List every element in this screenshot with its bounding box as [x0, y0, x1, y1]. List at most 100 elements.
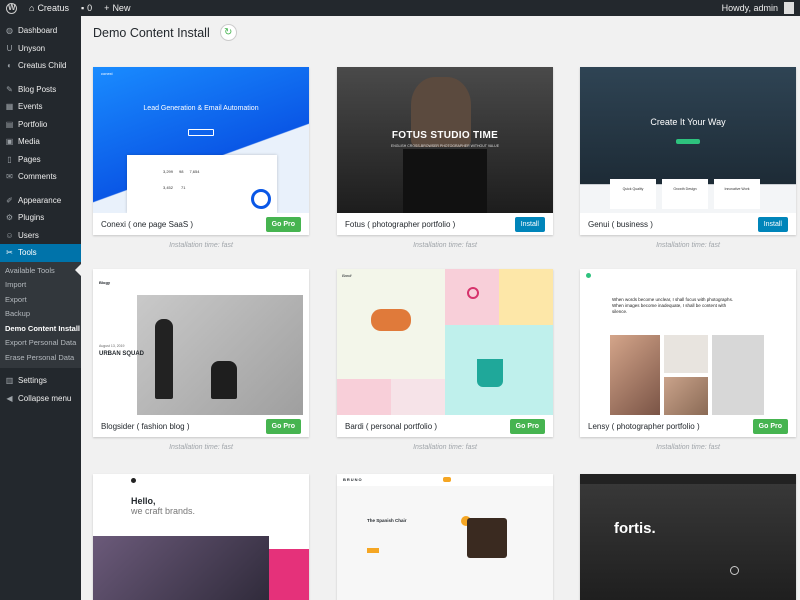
sidebar-item-label: Dashboard [18, 26, 58, 36]
demo-thumbnail[interactable]: conexi Lead Generation & Email Automatio… [93, 67, 309, 213]
wrench-icon: ✂ [6, 248, 13, 258]
demo-card-blogsider: Blogy August 13, 2019 URBAN SQUAD Blogsi… [93, 269, 309, 437]
sidebar-item-comments[interactable]: ✉ Comments [0, 168, 81, 186]
main-content: Demo Content Install ↻ conexi Lead Gener… [81, 16, 800, 600]
demo-thumbnail[interactable]: Create It Your Way Quick Quality Growth … [580, 67, 796, 213]
card-footer: Genui ( business ) Install [580, 213, 796, 235]
wordpress-icon [6, 2, 17, 14]
thumb-logo: conexi [101, 71, 113, 76]
card-footer: Fotus ( photographer portfolio ) Install [337, 213, 553, 235]
avatar [784, 2, 794, 14]
sidebar-item-label: Tools [18, 248, 37, 258]
install-button[interactable]: Install [514, 216, 545, 232]
refresh-icon[interactable]: ↻ [219, 24, 237, 41]
sidebar-item-events[interactable]: ▦ Events [0, 98, 81, 116]
sidebar-item-blog-posts[interactable]: ✎ Blog Posts [0, 81, 81, 99]
sidebar-item-appearance[interactable]: ✐ Appearance [0, 192, 81, 210]
install-button[interactable]: Install [757, 216, 788, 232]
pin-icon: ✎ [6, 84, 13, 94]
install-time: Installation time: fast [656, 242, 720, 249]
demo-card-fotus: FOTUS STUDIO TIME ENGLISH CROSS-BROWSER … [337, 67, 553, 235]
submenu-item-available-tools[interactable]: Available Tools [0, 264, 81, 279]
sidebar-item-media[interactable]: ▣ Media [0, 133, 81, 151]
sidebar-item-portfolio[interactable]: ▤ Portfolio [0, 116, 81, 134]
media-icon: ▣ [5, 137, 14, 147]
card-footer: Conexi ( one page SaaS ) Go Pro [93, 213, 309, 235]
submenu-item-export-personal-data[interactable]: Export Personal Data [0, 336, 81, 351]
sidebar-item-label: Creatus Child [18, 61, 67, 71]
thumb-headline: Create It Your Way [650, 117, 726, 127]
dashboard-icon: ◍ [6, 26, 13, 36]
sidebar-item-label: Events [18, 102, 43, 112]
submenu-item-erase-personal-data[interactable]: Erase Personal Data [0, 351, 81, 366]
collapse-icon: ◀ [6, 393, 13, 403]
install-time: Installation time: fast [413, 242, 477, 249]
submenu-item-import[interactable]: Import [0, 278, 81, 293]
go-pro-button[interactable]: Go Pro [752, 418, 788, 434]
plus-icon: + [104, 3, 110, 13]
sidebar-item-users[interactable]: ☺ Users [0, 227, 81, 245]
comment-icon: ▪ [80, 3, 85, 13]
demo-card-conexi: conexi Lead Generation & Email Automatio… [93, 67, 309, 235]
go-pro-button[interactable]: Go Pro [265, 216, 301, 232]
thumb-headline: URBAN SQUAD [99, 351, 144, 357]
demo-card-lensy: When words become unclear, I shall focus… [580, 269, 796, 437]
demo-thumbnail[interactable]: BRUNO The Spanish Chair [337, 474, 553, 600]
wp-logo[interactable] [0, 0, 23, 16]
home-icon: ⌂ [29, 3, 35, 13]
submenu-item-demo-content-install[interactable]: Demo Content Install [0, 322, 81, 337]
site-name-link[interactable]: ⌂ Creatus [23, 0, 75, 16]
sidebar-item-dashboard[interactable]: ◍ Dashboard [0, 22, 81, 40]
card-footer: Blogsider ( fashion blog ) Go Pro [93, 415, 309, 437]
install-time: Installation time: fast [656, 444, 720, 451]
go-pro-button[interactable]: Go Pro [265, 418, 301, 434]
thumb-dashboard-mock: 3,299 98 7,654 3,452 71 [127, 155, 277, 213]
comments-link[interactable]: ▪ 0 [75, 0, 98, 16]
submenu-item-export[interactable]: Export [0, 293, 81, 308]
brush-icon: ✐ [6, 195, 13, 205]
sidebar-item-label: Comments [18, 172, 57, 182]
demo-thumbnail[interactable]: When words become unclear, I shall focus… [580, 269, 796, 415]
new-content-link[interactable]: + New [98, 0, 136, 16]
demo-thumbnail[interactable]: Blogy August 13, 2019 URBAN SQUAD [93, 269, 309, 415]
my-account-link[interactable]: Howdy, admin [716, 0, 800, 16]
thumb-logo: Bardi [342, 273, 352, 278]
go-pro-button[interactable]: Go Pro [509, 418, 545, 434]
sidebar-item-plugins[interactable]: ⚙ Plugins [0, 209, 81, 227]
sidebar-item-label: Plugins [18, 213, 45, 223]
comments-icon: ✉ [6, 172, 13, 182]
sidebar-item-pages[interactable]: ▯ Pages [0, 151, 81, 169]
sidebar-item-label: Unyson [18, 43, 46, 53]
thumb-logo: Blogy [99, 280, 111, 285]
demo-thumbnail[interactable]: FOTUS STUDIO TIME ENGLISH CROSS-BROWSER … [337, 67, 553, 213]
sidebar-item-creatus-child[interactable]: ◐ Creatus Child [0, 57, 81, 75]
sidebar-item-label: Users [18, 230, 39, 240]
thumb-headline: The Spanish Chair [367, 518, 407, 523]
admin-bar: ⌂Creatus ▪0 +New Howdy, admin [0, 0, 800, 16]
thumb-headline: Hello, [131, 496, 156, 506]
sidebar-item-settings[interactable]: ▥ Settings [0, 372, 81, 390]
settings-icon: ▥ [5, 376, 14, 386]
sidebar-item-tools[interactable]: ✂ Tools [0, 244, 81, 262]
sidebar-item-label: Pages [18, 154, 41, 164]
sidebar-item-label: Blog Posts [18, 84, 57, 94]
sidebar-item-unyson[interactable]: U Unyson [0, 40, 81, 58]
demo-card-genui: Create It Your Way Quick Quality Growth … [580, 67, 796, 235]
demo-thumbnail[interactable]: Hello, we craft brands. [93, 474, 309, 600]
install-time: Installation time: fast [413, 444, 477, 451]
demo-thumbnail[interactable]: fortis. [580, 474, 796, 600]
demo-name: Lensy ( photographer portfolio ) [588, 421, 700, 431]
tools-submenu: Available Tools Import Export Backup Demo Co… [0, 261, 81, 368]
unyson-icon: U [6, 43, 13, 53]
submenu-item-backup[interactable]: Backup [0, 307, 81, 322]
demo-name: Fotus ( photographer portfolio ) [345, 219, 456, 229]
collapse-menu-button[interactable]: ◀ Collapse menu [0, 390, 81, 408]
demo-card-bardi: Bardi Bardi ( personal portfolio ) Go Pr… [337, 269, 553, 437]
pages-icon: ▯ [7, 154, 12, 164]
install-time: Installation time: fast [169, 444, 233, 451]
card-footer: Bardi ( personal portfolio ) Go Pro [337, 415, 553, 437]
thumb-subtitle: ENGLISH CROSS-BROWSER PHOTOGRAPHER WITHO… [390, 144, 500, 148]
install-time: Installation time: fast [169, 242, 233, 249]
thumb-headline: fortis. [614, 520, 656, 537]
demo-thumbnail[interactable]: Bardi [337, 269, 553, 415]
